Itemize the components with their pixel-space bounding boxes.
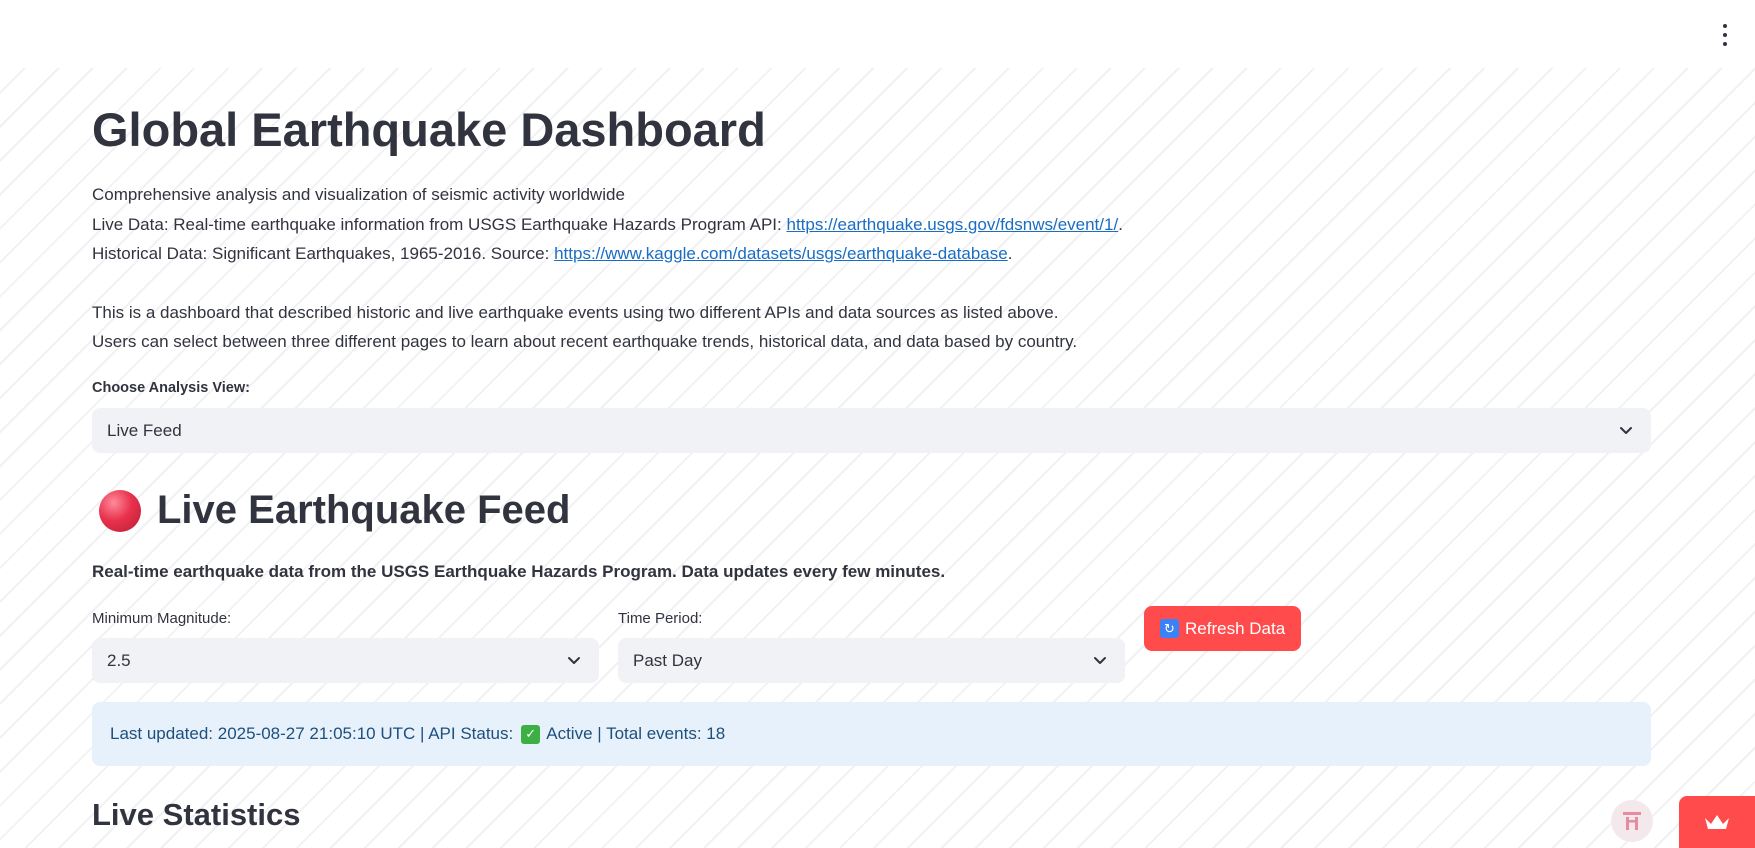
refresh-icon: ↻ (1160, 619, 1179, 638)
intro-text: Comprehensive analysis and visualization… (92, 180, 1123, 357)
intro-line-summary: Comprehensive analysis and visualization… (92, 185, 625, 204)
historical-data-link[interactable]: https://www.kaggle.com/datasets/usgs/ear… (554, 244, 1008, 263)
time-period-label: Time Period: (618, 610, 703, 627)
profile-avatar[interactable] (1611, 800, 1653, 842)
min-magnitude-select[interactable]: 2.5 (92, 638, 599, 683)
crown-icon (1705, 815, 1729, 829)
chevron-down-icon (568, 657, 580, 664)
streamlit-badge[interactable] (1679, 796, 1755, 848)
analysis-view-label: Choose Analysis View: (92, 380, 250, 396)
live-data-period: . (1118, 214, 1123, 234)
intro-line-live-data: Live Data: Real-time earthquake informat… (92, 210, 1123, 240)
red-circle-icon (99, 489, 141, 532)
time-period-value: Past Day (633, 650, 702, 670)
status-prefix: Last updated: 2025-08-27 21:05:10 UTC | … (110, 724, 514, 743)
refresh-data-label: Refresh Data (1185, 618, 1286, 638)
chevron-down-icon (1620, 427, 1632, 434)
analysis-view-select[interactable]: Live Feed (92, 408, 1651, 453)
analysis-view-value: Live Feed (107, 420, 182, 440)
intro-description-1: This is a dashboard that described histo… (92, 302, 1059, 322)
page-title: Global Earthquake Dashboard (92, 103, 766, 156)
chevron-down-icon (1094, 657, 1106, 664)
historical-data-text: Historical Data: Significant Earthquakes… (92, 244, 555, 263)
live-data-link[interactable]: https://earthquake.usgs.gov/fdsnws/event… (786, 215, 1118, 234)
status-info-box: Last updated: 2025-08-27 21:05:10 UTC | … (92, 702, 1651, 766)
intro-spacer (92, 269, 1123, 298)
status-suffix: Active | Total events: 18 (546, 724, 726, 743)
historical-data-period: . (1007, 244, 1013, 263)
min-magnitude-label: Minimum Magnitude: (92, 610, 232, 627)
min-magnitude-value: 2.5 (107, 650, 131, 670)
kebab-menu-icon[interactable] (1719, 24, 1731, 46)
live-statistics-heading: Live Statistics (92, 797, 301, 832)
live-data-text: Live Data: Real-time earthquake informat… (92, 214, 787, 234)
live-feed-subtitle: Real-time earthquake data from the USGS … (92, 562, 946, 581)
intro-description-2: Users can select between three different… (92, 332, 1078, 351)
live-feed-title: Live Earthquake Feed (157, 488, 571, 532)
avatar-icon (1623, 812, 1641, 830)
top-bar (0, 0, 1755, 68)
time-period-select[interactable]: Past Day (618, 638, 1125, 683)
app-page: Global Earthquake Dashboard Comprehensiv… (0, 0, 1755, 848)
intro-line-historical-data: Historical Data: Significant Earthquakes… (92, 239, 1123, 269)
live-feed-heading: Live Earthquake Feed (92, 488, 570, 533)
refresh-data-button[interactable]: ↻ Refresh Data (1144, 606, 1302, 651)
check-icon: ✓ (521, 724, 541, 744)
